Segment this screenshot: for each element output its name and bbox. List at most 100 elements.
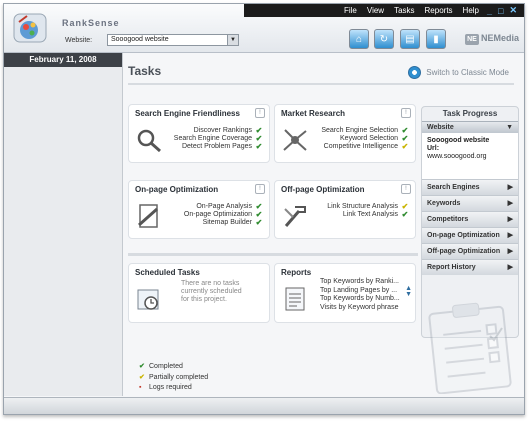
task-item[interactable]: Keyword Selection ✔ [321,134,409,143]
magnifier-icon [137,129,161,153]
check-icon: ✔ [139,363,145,370]
menu-reports[interactable]: Reports [425,6,453,15]
progress-on-page-optimization[interactable]: On-page Optimization ▶ [422,227,518,243]
minimize-button[interactable]: _ [487,6,492,16]
settings-icon[interactable]: ▤ [400,29,420,49]
expand-icon: ▶ [507,184,513,191]
partial-check-icon: ✔ [401,141,409,151]
status-bar [4,397,524,414]
card-title: Market Research [281,109,346,118]
off-page-optimization-card[interactable]: Off-page Optimization ! Link Structure A… [274,180,416,239]
task-item[interactable]: On-page Optimization ✔ [184,210,263,219]
card-title: Off-page Optimization [281,185,365,194]
refresh-icon[interactable]: ↻ [374,29,394,49]
home-icon[interactable]: ⌂ [349,29,369,49]
progress-competitors[interactable]: Competitors ▶ [422,211,518,227]
task-item[interactable]: Detect Problem Pages ✔ [174,141,263,151]
close-button[interactable]: ✕ [509,5,517,16]
search-engine-friendliness-card[interactable]: Search Engine Friendliness ! Discover Ra… [128,104,270,163]
card-title: On-page Optimization [135,185,219,194]
switch-classic-mode-button[interactable]: Switch to Classic Mode [408,66,509,79]
task-list: Link Structure Analysis ✔ Link Text Analy… [327,202,409,219]
expand-icon: ▶ [507,216,513,223]
expand-icon: ▶ [507,232,513,239]
clipboard-illustration-icon [428,302,512,394]
menu-bar: File View Tasks Reports Help _ □ ✕ [244,4,524,17]
website-select-value: Sooogood website [111,36,169,43]
scheduled-empty-text: There are no tasks currently scheduled f… [181,280,242,303]
partial-check-icon: ✔ [139,374,145,381]
report-link[interactable]: Top Keywords by Numb... [320,295,400,304]
check-icon: ✔ [255,141,263,151]
info-badge-icon[interactable]: ! [401,184,411,194]
menu-file[interactable]: File [344,6,357,15]
export-icon[interactable]: ▮ [426,29,446,49]
app-window: RankSense Website: Sooogood website ▼ Fi… [3,3,525,415]
progress-keywords[interactable]: Keywords ▶ [422,195,518,211]
progress-report-history[interactable]: Report History ▶ [422,259,518,275]
check-icon: ✔ [401,209,409,219]
task-item[interactable]: Search Engine Coverage ✔ [174,134,263,143]
logo-icon [13,13,47,43]
left-panel: February 11, 2008 [4,53,123,396]
website-name: Sooogood website [427,137,490,144]
report-link[interactable]: Top Keywords by Ranki... [320,278,400,287]
report-icon [285,287,305,311]
task-item[interactable]: Link Text Analysis ✔ [327,209,409,219]
expand-icon: ▶ [507,200,513,207]
website-url: www.sooogood.org [427,153,487,160]
task-item[interactable]: Discover Rankings ✔ [174,126,263,135]
website-label: Website: [65,37,93,44]
website-details: Sooogood website Url: www.sooogood.org [422,133,518,179]
task-item[interactable]: Search Engine Selection ✔ [321,126,409,135]
switch-icon [408,66,422,79]
page-title: Tasks [128,64,162,78]
scroll-arrows-icon[interactable]: ▲ ▼ [405,285,412,298]
title-divider [128,83,514,85]
info-badge-icon[interactable]: ! [401,108,411,118]
main-area: Tasks Switch to Classic Mode Search Engi… [125,56,521,396]
calendar-icon [137,289,159,310]
task-item[interactable]: Link Structure Analysis ✔ [327,202,409,211]
url-label: Url: [427,145,440,152]
chevron-down-icon[interactable]: ▼ [227,35,238,45]
task-item[interactable]: Competitive Intelligence ✔ [321,141,409,151]
menu-tasks[interactable]: Tasks [394,6,414,15]
menu-help[interactable]: Help [463,6,479,15]
scheduled-tasks-card[interactable]: Scheduled Tasks There are no tasks curre… [128,263,270,323]
menu-view[interactable]: View [367,6,384,15]
reports-list: Top Keywords by Ranki... Top Landing Pag… [320,278,400,312]
on-page-optimization-card[interactable]: On-page Optimization ! On-Page Analysis ✔… [128,180,270,239]
card-title: Scheduled Tasks [135,268,200,277]
expand-icon: ▶ [507,248,513,255]
check-icon: ✔ [255,217,263,227]
maximize-button[interactable]: □ [498,6,503,16]
logs-required-icon: ▪ [139,384,142,391]
progress-search-engines[interactable]: Search Engines ▶ [422,179,518,195]
tools-icon [284,206,306,227]
date-display: February 11, 2008 [4,53,122,67]
document-icon [138,204,158,228]
info-badge-icon[interactable]: ! [255,184,265,194]
card-title: Reports [281,268,312,277]
report-link[interactable]: Top Landing Pages by ... [320,287,400,296]
switch-classic-label: Switch to Classic Mode [426,68,509,77]
legend-logs-required: ▪ Logs required [139,384,192,391]
task-list: On-Page Analysis ✔ On-page Optimization ✔ … [184,202,263,227]
task-list: Search Engine Selection ✔ Keyword Selecti… [321,126,409,151]
top-header: RankSense Website: Sooogood website ▼ Fi… [4,4,524,53]
reports-card[interactable]: Reports Top Keywords by Ranki... Top Lan… [274,263,416,323]
legend-completed: ✔ Completed [139,362,183,371]
market-research-card[interactable]: Market Research ! Search Engine Selectio… [274,104,416,163]
website-select[interactable]: Sooogood website ▼ [107,34,239,46]
task-item[interactable]: Sitemap Builder ✔ [184,217,263,227]
report-link[interactable]: Visits by Keyword phrase [320,304,400,313]
brand-name: RankSense [62,18,120,28]
info-badge-icon[interactable]: ! [255,108,265,118]
progress-off-page-optimization[interactable]: Off-page Optimization ▶ [422,243,518,259]
task-item[interactable]: On-Page Analysis ✔ [184,202,263,211]
section-divider [128,253,418,256]
vendor-logo: NE NEMedia [465,33,519,45]
task-progress-title: Task Progress [442,109,498,118]
progress-website-header[interactable]: Website ▼ [422,121,518,133]
